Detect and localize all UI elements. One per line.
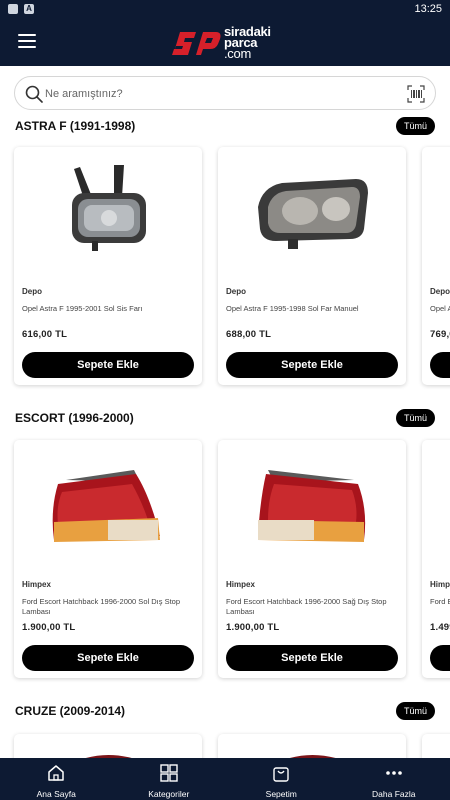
product-card[interactable]: Depo Opel Astra F 1995-1998 Sol Far Manu…	[218, 147, 406, 385]
a-notification-icon: A	[24, 4, 34, 14]
product-name[interactable]: Ford Escort Hatchback 1996-2000 Sol Dış …	[22, 597, 194, 617]
nav-more-label: Daha Fazla	[372, 789, 416, 799]
product-price: 1.499	[430, 622, 450, 633]
search-bar[interactable]	[14, 76, 436, 110]
cart-icon	[273, 767, 289, 782]
product-brand: Depo	[430, 287, 450, 296]
product-card[interactable]	[218, 734, 406, 758]
product-image-headlamp	[258, 179, 368, 249]
add-to-cart-button[interactable]: Sepete Ekle	[226, 352, 398, 378]
product-image-partial	[86, 755, 132, 758]
product-name[interactable]: Opel A	[430, 304, 450, 314]
nav-cart-label: Sepetim	[265, 789, 297, 799]
section-title-escort: ESCORT (1996-2000)	[15, 411, 134, 425]
add-to-cart-button[interactable]: Sepete Ekle	[226, 645, 398, 671]
nav-categories-label: Kategoriler	[148, 789, 190, 799]
see-all-button-cruze[interactable]: Tümü	[395, 702, 435, 720]
product-card[interactable]: Himpex Ford Escort Hatchback 1996-2000 S…	[218, 440, 406, 678]
nav-categories[interactable]: Kategoriler	[113, 758, 226, 800]
product-price: 616,00 TL	[22, 329, 68, 340]
nav-cart[interactable]: Sepetim	[225, 758, 338, 800]
menu-icon[interactable]	[18, 34, 36, 50]
grid-icon	[160, 764, 178, 782]
product-price: 688,00 TL	[226, 329, 272, 340]
product-card[interactable]: Himpex Ford Escort Hatchback 1996-2000 S…	[14, 440, 202, 678]
product-card[interactable]	[422, 734, 450, 758]
product-card[interactable]	[14, 734, 202, 758]
product-name[interactable]: Opel Astra F 1995-2001 Sol Sis Farı	[22, 304, 194, 314]
status-bar: A 13:25	[0, 0, 450, 18]
logo[interactable]: siradaki parca .com	[170, 22, 290, 62]
product-card[interactable]: Depo Opel Astra F 1995-2001 Sol Sis Farı…	[14, 147, 202, 385]
product-name[interactable]: Opel Astra F 1995-1998 Sol Far Manuel	[226, 304, 398, 314]
sp-logo-icon	[172, 32, 221, 55]
product-image-partial	[290, 755, 336, 758]
product-image-tail-lamp-right	[258, 470, 366, 542]
product-price: 769,0	[430, 329, 450, 340]
product-card[interactable]: Himp Ford E 1.499	[422, 440, 450, 678]
search-icon[interactable]	[25, 85, 43, 103]
product-name[interactable]: Ford E	[430, 597, 450, 607]
product-brand: Himpex	[22, 580, 51, 589]
product-brand: Depo	[226, 287, 246, 296]
more-icon	[385, 771, 402, 775]
product-price: 1.900,00 TL	[22, 622, 76, 633]
see-all-button-escort[interactable]: Tümü	[395, 409, 435, 427]
product-brand: Depo	[22, 287, 42, 296]
add-to-cart-button[interactable]: Sepete Ekle	[22, 645, 194, 671]
product-image-fog-lamp	[72, 165, 146, 251]
status-time: 13:25	[414, 3, 442, 15]
nav-home[interactable]: Ana Sayfa	[0, 758, 113, 800]
product-name[interactable]: Ford Escort Hatchback 1996-2000 Sağ Dış …	[226, 597, 398, 617]
add-to-cart-button[interactable]: Sepete Ekle	[22, 352, 194, 378]
nav-home-label: Ana Sayfa	[36, 789, 76, 799]
add-to-cart-button[interactable]	[430, 645, 450, 671]
product-brand: Himpex	[226, 580, 255, 589]
see-all-button-astra[interactable]: Tümü	[395, 117, 435, 135]
logo-text: siradaki parca .com	[224, 25, 271, 61]
bottom-navigation: Ana Sayfa Kategoriler Sepetim Daha Fazla	[0, 758, 450, 800]
home-icon	[48, 765, 64, 781]
add-to-cart-button[interactable]	[430, 352, 450, 378]
nav-more[interactable]: Daha Fazla	[338, 758, 450, 800]
image-notification-icon	[8, 4, 18, 14]
product-card[interactable]: Depo Opel A 769,0	[422, 147, 450, 385]
product-image-tail-lamp-left	[52, 470, 160, 542]
product-brand: Himp	[430, 580, 450, 589]
main-content[interactable]: ASTRA F (1991-1998) Tümü Depo Opel Astra…	[0, 66, 450, 758]
barcode-scan-icon[interactable]	[407, 85, 425, 103]
logo-line-3: .com	[224, 46, 251, 61]
product-price: 1.900,00 TL	[226, 622, 280, 633]
app-bar: siradaki parca .com	[0, 18, 450, 66]
search-input[interactable]	[45, 83, 385, 105]
section-title-astra: ASTRA F (1991-1998)	[15, 119, 136, 133]
section-title-cruze: CRUZE (2009-2014)	[15, 704, 126, 718]
status-icons: A	[8, 4, 34, 14]
